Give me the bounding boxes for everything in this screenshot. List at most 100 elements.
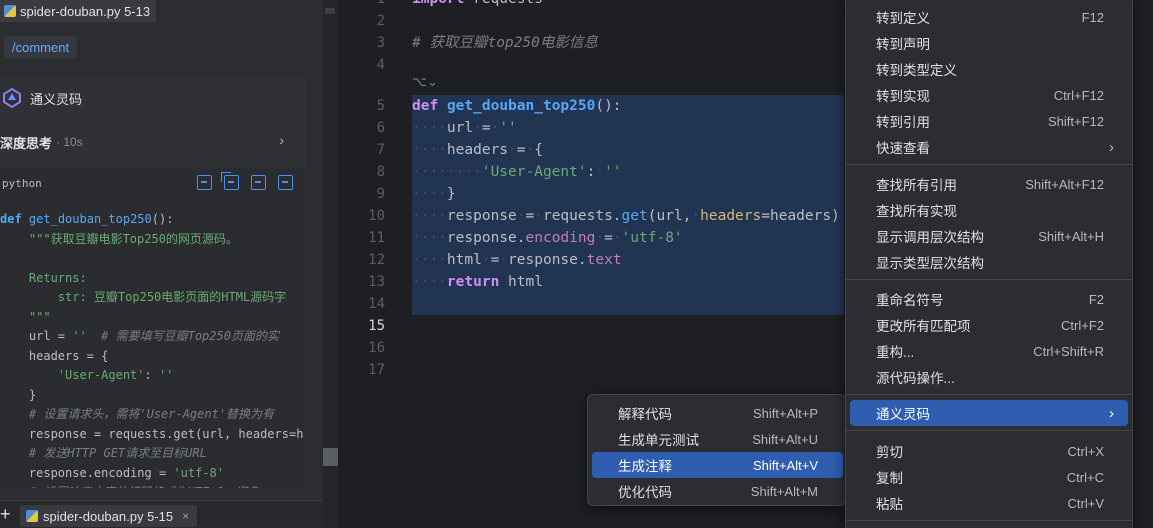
editor-line: 13 ····return html — [338, 271, 848, 293]
code-token: · — [508, 142, 517, 158]
menu-item-label: 生成单元测试 — [618, 433, 699, 448]
line-code: ····} — [412, 183, 456, 205]
menu-item-label: 查找所有实现 — [876, 204, 957, 219]
menu-item-label: 转到实现 — [876, 89, 930, 104]
code-language: python — [2, 176, 42, 190]
ai-chat-panel: spider-douban.py 5-13 /comment 通义灵码 深度思考… — [0, 0, 325, 528]
menu-item-label: 复制 — [876, 471, 903, 486]
menu-item[interactable]: 生成注释 Shift+Alt+V — [592, 452, 843, 478]
command-chip[interactable]: /comment — [4, 36, 78, 58]
menu-item[interactable]: 转到声明 — [850, 30, 1128, 56]
snippet-code-line: # 设置请求头，需将'User-Agent'替换为有 — [0, 405, 307, 425]
code-token: # 获取豆瓣top250电影信息 — [412, 35, 598, 51]
tongyi-submenu: 解释代码 Shift+Alt+P 生成单元测试 Shift+Alt+U 生成注释 Shif… — [587, 394, 846, 506]
code-token: ········ — [412, 164, 482, 180]
menu-item-label: 通义灵码 — [876, 407, 930, 422]
line-number: 1 — [338, 0, 385, 10]
editor-line: 17 — [338, 359, 848, 381]
panel-scrollbar[interactable] — [323, 0, 338, 528]
code-token: · — [691, 208, 701, 224]
line-number: 8 — [376, 164, 385, 180]
python-file-icon — [26, 510, 38, 522]
menu-item-shortcut: Shift+Alt+F12 — [1025, 176, 1104, 192]
assistant-name: 通义灵码 — [30, 91, 83, 107]
code-lens-hint[interactable]: ⌥⌄ — [412, 74, 438, 90]
scroll-top-marker — [325, 8, 335, 14]
snippet-code-line — [0, 249, 307, 269]
menu-item[interactable]: 转到定义 F12 — [850, 4, 1128, 30]
line-number: 7 — [376, 142, 385, 158]
code-token: = — [525, 208, 535, 224]
code-token: 'User-Agent' — [57, 368, 145, 382]
menu-item[interactable]: 源代码操作... — [850, 364, 1128, 390]
copy-code-icon[interactable] — [221, 172, 239, 190]
add-icon[interactable]: + — [0, 504, 11, 525]
close-icon[interactable]: × — [182, 509, 189, 523]
code-token: ···· — [412, 252, 447, 268]
scrollbar-thumb[interactable] — [323, 448, 338, 466]
code-token: 'utf-8' — [173, 465, 224, 480]
menu-separator — [846, 520, 1132, 521]
menu-item[interactable]: 通义灵码 › — [850, 400, 1128, 426]
deep-thinking-label: 深度思考 — [0, 135, 53, 151]
menu-item-label: 查找所有引用 — [876, 178, 957, 193]
menu-item[interactable]: 快速查看 › — [850, 134, 1128, 160]
code-token: ···· — [412, 186, 447, 202]
menu-item-label: 源代码操作... — [876, 371, 955, 386]
line-number: 5 — [376, 98, 385, 114]
menu-item[interactable]: 显示类型层次结构 — [850, 249, 1128, 275]
menu-item-label: 生成注释 — [618, 459, 672, 474]
menu-item[interactable]: 查找所有实现 — [850, 197, 1128, 223]
menu-item-label: 转到类型定义 — [876, 63, 957, 78]
menu-item-shortcut: Shift+Alt+U — [752, 431, 818, 447]
editor-line: 3 # 获取豆瓣top250电影信息 — [338, 32, 848, 54]
editor-line: 9 ····} — [338, 183, 848, 205]
menu-item-label: 粘贴 — [876, 497, 903, 512]
menu-item[interactable]: 转到类型定义 — [850, 56, 1128, 82]
tongyi-logo-icon — [3, 88, 21, 108]
menu-item[interactable]: 解释代码 Shift+Alt+P — [592, 400, 843, 426]
apply-diff-icon[interactable] — [278, 175, 293, 190]
menu-item[interactable]: 查找所有引用 Shift+Alt+F12 — [850, 171, 1128, 197]
menu-item[interactable]: 复制 Ctrl+C — [850, 464, 1128, 490]
menu-item[interactable]: 重命名符号 F2 — [850, 286, 1128, 312]
editor-line: 2 — [338, 10, 848, 32]
code-token: # 需要填写豆瓣Top250页面的实 — [101, 329, 279, 343]
menu-item[interactable]: 转到实现 Ctrl+F12 — [850, 82, 1128, 108]
editor-line: 10 ····response·=·requests.get(url,·heade… — [338, 205, 848, 227]
snippet-code-line: Returns: — [0, 269, 307, 289]
menu-item[interactable]: 优化代码 Shift+Alt+M — [592, 478, 843, 504]
line-code: ········'User-Agent':·'' — [412, 161, 622, 183]
code-token: · — [595, 230, 605, 246]
line-number: 2 — [376, 13, 385, 29]
context-file-chip[interactable]: spider-douban.py 5-13 — [0, 0, 157, 22]
code-token: = — [481, 120, 491, 136]
code-token: · — [499, 252, 509, 268]
menu-item[interactable]: 转到引用 Shift+F12 — [850, 108, 1128, 134]
line-number: 10 — [368, 208, 385, 224]
editor-line: 12 ····html·=·response.text — [338, 249, 848, 271]
menu-item-shortcut: Ctrl+F2 — [1061, 317, 1104, 333]
menu-item[interactable]: 剪切 Ctrl+X — [850, 438, 1128, 464]
menu-item[interactable]: 生成单元测试 Shift+Alt+U — [592, 426, 843, 452]
new-file-icon[interactable] — [251, 175, 266, 190]
code-token: } — [0, 387, 37, 402]
deep-thinking-toggle[interactable]: 深度思考 · 10s › — [0, 131, 300, 153]
code-token: encoding — [525, 230, 596, 246]
insert-code-icon[interactable] — [197, 175, 212, 190]
code-token: def — [0, 212, 22, 226]
chevron-right-icon: › — [1109, 138, 1114, 156]
code-token: get_douban_top250 — [446, 98, 596, 114]
code-token: get_douban_top250 — [28, 212, 152, 226]
code-token: response. — [446, 230, 526, 246]
menu-item[interactable]: 显示调用层次结构 Shift+Alt+H — [850, 223, 1128, 249]
menu-item[interactable]: 粘贴 Ctrl+V — [850, 490, 1128, 516]
code-token: 'User-Agent' — [481, 164, 587, 180]
code-token: · — [534, 208, 543, 224]
line-code: ····response.encoding·=·'utf-8' — [412, 227, 683, 249]
context-file-tab[interactable]: spider-douban.py 5-15 × — [20, 505, 198, 527]
menu-item[interactable]: 重构... Ctrl+Shift+R — [850, 338, 1128, 364]
assistant-message: 通义灵码 深度思考 · 10s › python def get_douban_… — [0, 76, 307, 488]
menu-item[interactable]: 更改所有匹配项 Ctrl+F2 — [850, 312, 1128, 338]
